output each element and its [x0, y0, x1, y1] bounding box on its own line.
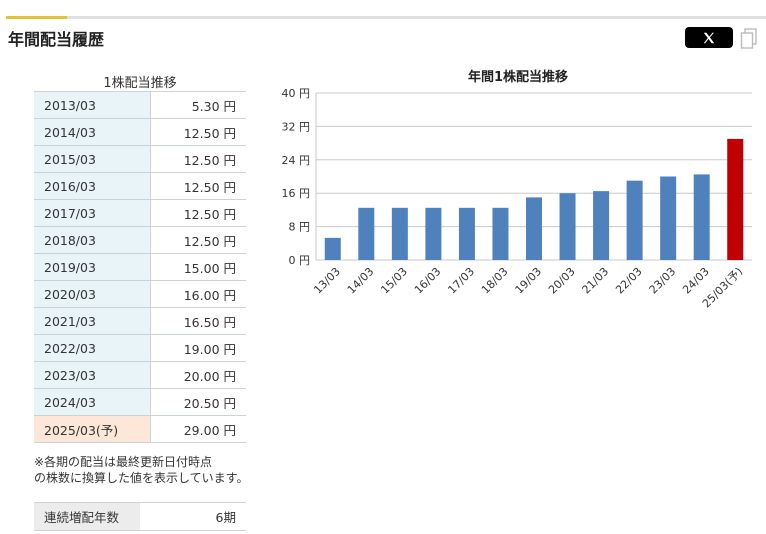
x-tick-label: 18/03: [479, 265, 511, 297]
x-logo-icon: [703, 32, 715, 43]
period-cell: 2019/03: [34, 253, 151, 281]
table-row: 2013/03 5.30 円: [34, 91, 246, 119]
y-tick-label: 8 円: [289, 221, 311, 234]
period-cell: 2018/03: [34, 226, 151, 254]
table-row: 2020/03 16.00 円: [34, 280, 246, 308]
bar: [693, 174, 710, 260]
x-tick-label: 22/03: [613, 265, 645, 297]
bar: [425, 207, 442, 260]
bar: [593, 191, 610, 260]
period-cell: 2024/03: [34, 388, 151, 416]
dividend-table: 2013/03 5.30 円 2014/03 12.50 円 2015/03 12.50 …: [34, 91, 246, 443]
x-tick-label: 16/03: [412, 265, 444, 297]
x-tick-label: 24/03: [680, 265, 712, 297]
amount-cell: 16.50 円: [150, 307, 246, 335]
table-row: 2024/03 20.50 円: [34, 388, 246, 416]
bar: [526, 197, 542, 260]
period-cell: 2014/03: [34, 118, 151, 146]
chart-title: 年間1株配当推移: [467, 70, 569, 85]
bar: [492, 207, 509, 260]
x-tick-label: 15/03: [378, 265, 410, 297]
period-cell: 2022/03: [34, 334, 151, 362]
x-tick-label: 13/03: [311, 265, 343, 297]
period-cell: 2025/03(予): [34, 415, 151, 443]
bar: [626, 180, 643, 260]
table-row: 2018/03 12.50 円: [34, 226, 246, 254]
bar: [559, 193, 576, 260]
period-cell: 2021/03: [34, 307, 151, 335]
period-cell: 2015/03: [34, 145, 151, 173]
y-tick-label: 32 円: [282, 120, 311, 133]
x-tick-label: 20/03: [546, 265, 578, 297]
dividend-note: ※各期の配当は最終更新日付時点 の株数に換算した値を表示しています。: [34, 455, 249, 485]
amount-cell: 29.00 円: [150, 415, 246, 443]
amount-cell: 12.50 円: [150, 199, 246, 227]
x-tick-label: 23/03: [647, 265, 679, 297]
bar: [391, 207, 408, 260]
period-cell: 2016/03: [34, 172, 151, 200]
table-row: 2014/03 12.50 円: [34, 118, 246, 146]
period-cell: 2013/03: [34, 91, 151, 119]
table-row: 2015/03 12.50 円: [34, 145, 246, 173]
bar: [324, 237, 341, 260]
table-row: 2016/03 12.50 円: [34, 172, 246, 200]
copy-icon[interactable]: [740, 28, 758, 50]
amount-cell: 19.00 円: [150, 334, 246, 362]
amount-cell: 12.50 円: [150, 226, 246, 254]
table-row: 2021/03 16.50 円: [34, 307, 246, 335]
streak-label: 連続増配年数: [34, 502, 140, 531]
section-top-rule: [6, 16, 766, 19]
streak-table: 連続増配年数 6期: [34, 502, 246, 531]
amount-cell: 12.50 円: [150, 145, 246, 173]
amount-cell: 16.00 円: [150, 280, 246, 308]
section-title: 年間配当履歴: [8, 30, 105, 49]
streak-value: 6期: [140, 502, 246, 531]
bar: [660, 176, 677, 260]
amount-cell: 12.50 円: [150, 118, 246, 146]
amount-cell: 5.30 円: [150, 91, 246, 119]
dividend-table-caption: 1株配当推移: [103, 76, 177, 91]
x-tick-label: 17/03: [445, 265, 477, 297]
table-row: 2022/03 19.00 円: [34, 334, 246, 362]
amount-cell: 12.50 円: [150, 172, 246, 200]
table-row: 2023/03 20.00 円: [34, 361, 246, 389]
y-tick-label: 40 円: [282, 87, 311, 100]
y-tick-label: 0 円: [289, 254, 311, 267]
x-tick-label: 14/03: [345, 265, 377, 297]
x-tick-label: 21/03: [580, 265, 612, 297]
amount-cell: 20.00 円: [150, 361, 246, 389]
period-cell: 2017/03: [34, 199, 151, 227]
bar: [358, 207, 375, 260]
amount-cell: 20.50 円: [150, 388, 246, 416]
table-row: 2025/03(予) 29.00 円: [34, 415, 246, 443]
dividend-bar-chart: 0 円 8 円 16 円 24 円 32 円 40 円 13/03 14/03 15/03 16/…: [282, 87, 752, 310]
streak-row: 連続増配年数 6期: [34, 502, 246, 531]
period-cell: 2023/03: [34, 361, 151, 389]
x-tick-label: 19/03: [513, 265, 545, 297]
section-accent-bar: [6, 16, 67, 19]
bar: [458, 207, 475, 260]
amount-cell: 15.00 円: [150, 253, 246, 281]
y-tick-label: 24 円: [282, 154, 311, 167]
share-x-button[interactable]: [685, 27, 733, 48]
y-tick-label: 16 円: [282, 187, 311, 200]
table-row: 2019/03 15.00 円: [34, 253, 246, 281]
period-cell: 2020/03: [34, 280, 151, 308]
table-row: 2017/03 12.50 円: [34, 199, 246, 227]
bar: [727, 138, 744, 260]
